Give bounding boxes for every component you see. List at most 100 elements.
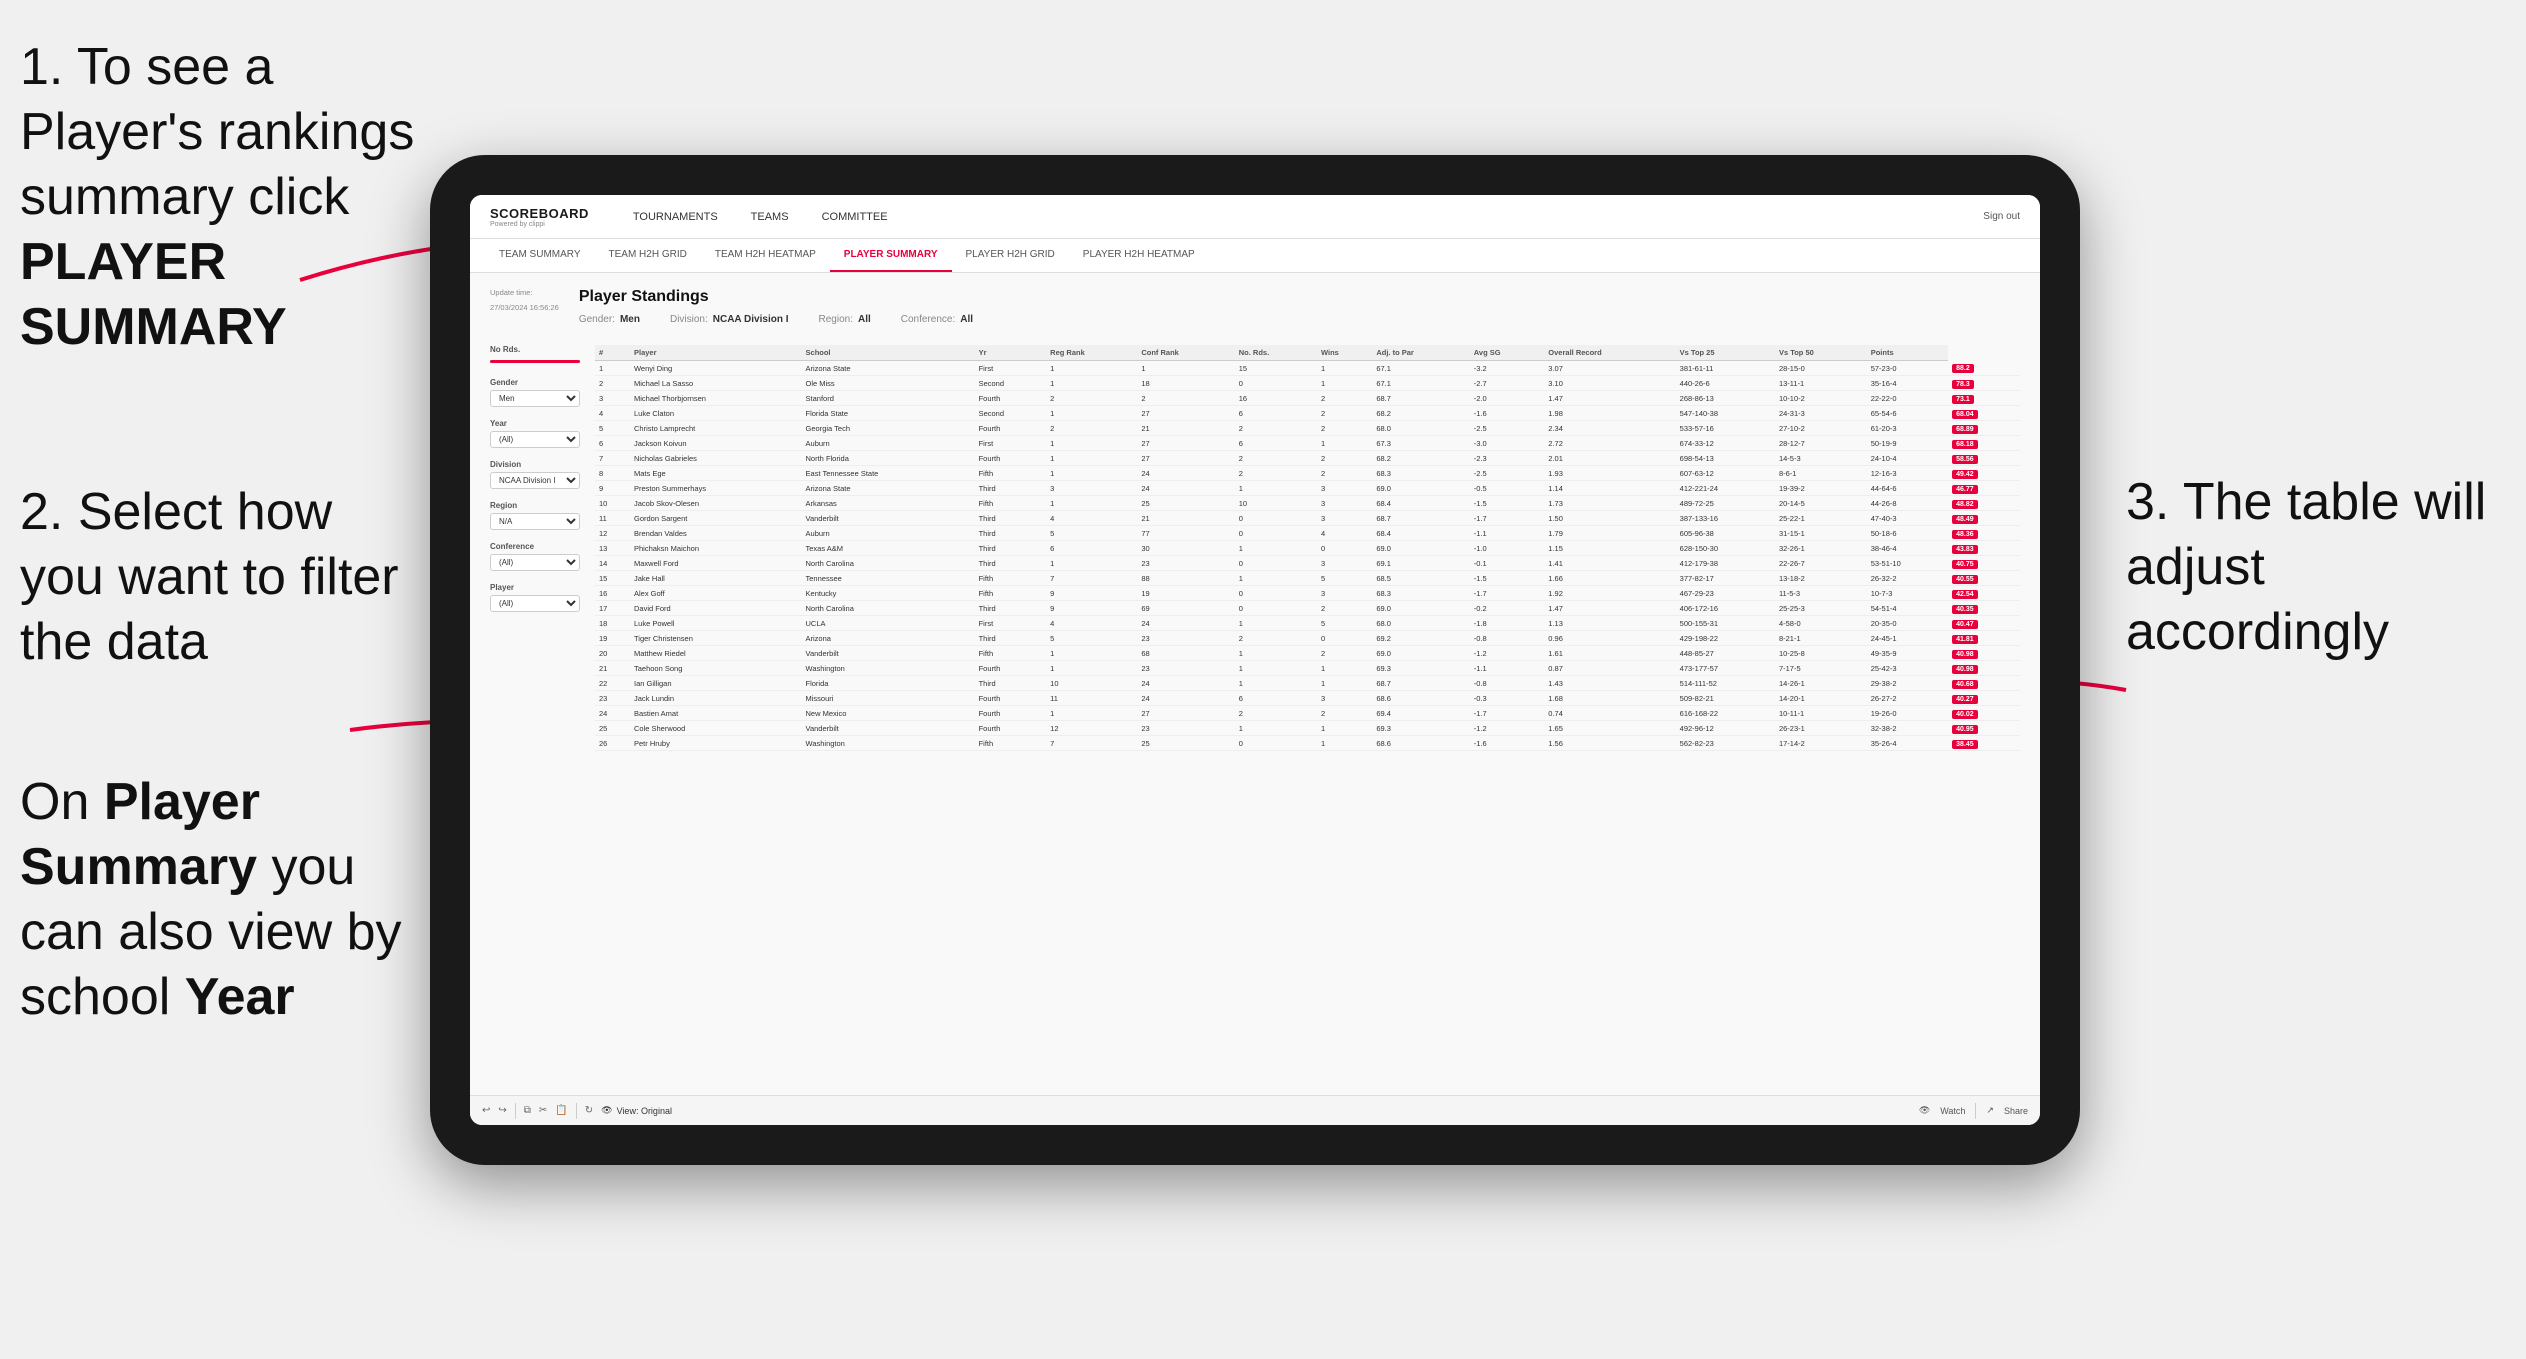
redo-icon[interactable]: ↪ [498,1105,506,1116]
table-cell-10-6: 0 [1235,511,1317,526]
table-cell-6-2: North Florida [802,451,975,466]
refresh-icon[interactable]: ↻ [585,1105,593,1116]
table-cell-9-14: 48.82 [1948,496,2020,511]
filter-no-rds-slider[interactable] [490,360,580,363]
table-cell-1-3: Second [975,376,1047,391]
sub-nav-player-summary[interactable]: PLAYER SUMMARY [830,239,952,272]
sub-nav-team-summary[interactable]: TEAM SUMMARY [485,239,595,272]
table-row[interactable]: 1Wenyi DingArizona StateFirst1115167.1-3… [595,361,2020,376]
table-cell-6-1: Nicholas Gabrieles [630,451,802,466]
filter-year-select[interactable]: (All) First Second Third Fourth Fifth [490,431,580,448]
table-cell-15-5: 19 [1137,586,1234,601]
table-cell-1-5: 18 [1137,376,1234,391]
table-cell-19-7: 2 [1317,646,1372,661]
table-cell-22-9: -0.3 [1470,691,1545,706]
table-row[interactable]: 26Petr HrubyWashingtonFifth7250168.6-1.6… [595,736,2020,751]
sub-nav-player-h2h-heatmap[interactable]: PLAYER H2H HEATMAP [1069,239,1209,272]
table-row[interactable]: 3Michael ThorbjornsenStanfordFourth22162… [595,391,2020,406]
table-cell-24-2: Vanderbilt [802,721,975,736]
watch-label[interactable]: Watch [1940,1106,1965,1116]
table-cell-4-0: 5 [595,421,630,436]
table-cell-0-13: 57-23-0 [1867,361,1948,376]
nav-item-committee[interactable]: COMMITTEE [808,207,902,227]
table-row[interactable]: 22Ian GilliganFloridaThird10241168.7-0.8… [595,676,2020,691]
share-label[interactable]: Share [2004,1106,2028,1116]
table-row[interactable]: 14Maxwell FordNorth CarolinaThird1230369… [595,556,2020,571]
table-cell-4-6: 2 [1235,421,1317,436]
table-row[interactable]: 2Michael La SassoOle MissSecond1180167.1… [595,376,2020,391]
table-cell-9-1: Jacob Skov-Olesen [630,496,802,511]
table-cell-22-2: Missouri [802,691,975,706]
table-cell-8-12: 19-39-2 [1775,481,1867,496]
annotation-step3: 3. The table will adjust accordingly [2126,470,2506,665]
table-row[interactable]: 19Tiger ChristensenArizonaThird5232069.2… [595,631,2020,646]
nav-item-tournaments[interactable]: TOURNAMENTS [619,207,732,227]
table-row[interactable]: 12Brendan ValdesAuburnThird5770468.4-1.1… [595,526,2020,541]
table-row[interactable]: 20Matthew RiedelVanderbiltFifth1681269.0… [595,646,2020,661]
table-row[interactable]: 15Jake HallTennesseeFifth7881568.5-1.51.… [595,571,2020,586]
filter-region-select[interactable]: N/A All [490,513,580,530]
table-cell-24-5: 23 [1137,721,1234,736]
table-cell-20-10: 0.87 [1544,661,1675,676]
table-cell-2-10: 1.47 [1544,391,1675,406]
sub-nav-team-h2h-grid[interactable]: TEAM H2H GRID [595,239,701,272]
table-cell-21-2: Florida [802,676,975,691]
paste-icon[interactable]: 📋 [555,1105,567,1116]
table-cell-15-8: 68.3 [1372,586,1469,601]
table-row[interactable]: 11Gordon SargentVanderbiltThird4210368.7… [595,511,2020,526]
nav-item-teams[interactable]: TEAMS [737,207,803,227]
table-cell-17-14: 40.47 [1948,616,2020,631]
table-cell-16-11: 406-172-16 [1676,601,1775,616]
table-row[interactable]: 24Bastien AmatNew MexicoFourth1272269.4-… [595,706,2020,721]
undo-icon[interactable]: ↩ [482,1105,490,1116]
copy-icon[interactable]: ⧉ [524,1105,531,1116]
sign-out-link[interactable]: Sign out [1983,211,2020,222]
table-row[interactable]: 21Taehoon SongWashingtonFourth1231169.3-… [595,661,2020,676]
sub-nav-team-h2h-heatmap[interactable]: TEAM H2H HEATMAP [701,239,830,272]
filter-player-select[interactable]: (All) [490,595,580,612]
table-cell-10-1: Gordon Sargent [630,511,802,526]
sub-nav-player-h2h-grid[interactable]: PLAYER H2H GRID [952,239,1069,272]
table-cell-23-12: 10-11-1 [1775,706,1867,721]
table-cell-7-0: 8 [595,466,630,481]
filter-gender-select[interactable]: Men Women [490,390,580,407]
table-row[interactable]: 17David FordNorth CarolinaThird9690269.0… [595,601,2020,616]
cut-icon[interactable]: ✂ [539,1105,547,1116]
table-cell-4-9: -2.5 [1470,421,1545,436]
table-row[interactable]: 18Luke PowellUCLAFirst4241568.0-1.81.135… [595,616,2020,631]
nav-items: TOURNAMENTS TEAMS COMMITTEE [619,207,1983,227]
table-cell-5-4: 1 [1046,436,1137,451]
meta-row: Gender: Men Division: NCAA Division I Re… [579,314,2020,325]
table-cell-21-10: 1.43 [1544,676,1675,691]
table-cell-11-14: 48.36 [1948,526,2020,541]
table-row[interactable]: 4Luke ClatonFlorida StateSecond1276268.2… [595,406,2020,421]
table-row[interactable]: 6Jackson KoivunAuburnFirst1276167.3-3.02… [595,436,2020,451]
table-cell-6-7: 2 [1317,451,1372,466]
table-cell-17-3: First [975,616,1047,631]
table-cell-25-11: 562-82-23 [1676,736,1775,751]
table-cell-12-0: 13 [595,541,630,556]
table-cell-22-6: 6 [1235,691,1317,706]
table-row[interactable]: 23Jack LundinMissouriFourth11246368.6-0.… [595,691,2020,706]
table-cell-13-2: North Carolina [802,556,975,571]
table-cell-4-7: 2 [1317,421,1372,436]
table-cell-12-4: 6 [1046,541,1137,556]
table-cell-15-4: 9 [1046,586,1137,601]
table-cell-22-3: Fourth [975,691,1047,706]
view-label[interactable]: View: Original [617,1106,672,1116]
table-row[interactable]: 10Jacob Skov-OlesenArkansasFifth12510368… [595,496,2020,511]
table-cell-2-6: 16 [1235,391,1317,406]
table-cell-11-0: 12 [595,526,630,541]
table-row[interactable]: 9Preston SummerhaysArizona StateThird324… [595,481,2020,496]
table-row[interactable]: 16Alex GoffKentuckyFifth9190368.3-1.71.9… [595,586,2020,601]
table-row[interactable]: 25Cole SherwoodVanderbiltFourth12231169.… [595,721,2020,736]
table-cell-6-8: 68.2 [1372,451,1469,466]
table-cell-19-0: 20 [595,646,630,661]
table-row[interactable]: 13Phichaksn MaichonTexas A&MThird6301069… [595,541,2020,556]
filter-division-select[interactable]: NCAA Division I NCAA Division II NCAA Di… [490,472,580,489]
table-cell-23-9: -1.7 [1470,706,1545,721]
table-row[interactable]: 7Nicholas GabrielesNorth FloridaFourth12… [595,451,2020,466]
table-row[interactable]: 5Christo LamprechtGeorgia TechFourth2212… [595,421,2020,436]
table-row[interactable]: 8Mats EgeEast Tennessee StateFifth124226… [595,466,2020,481]
filter-conference-select[interactable]: (All) [490,554,580,571]
